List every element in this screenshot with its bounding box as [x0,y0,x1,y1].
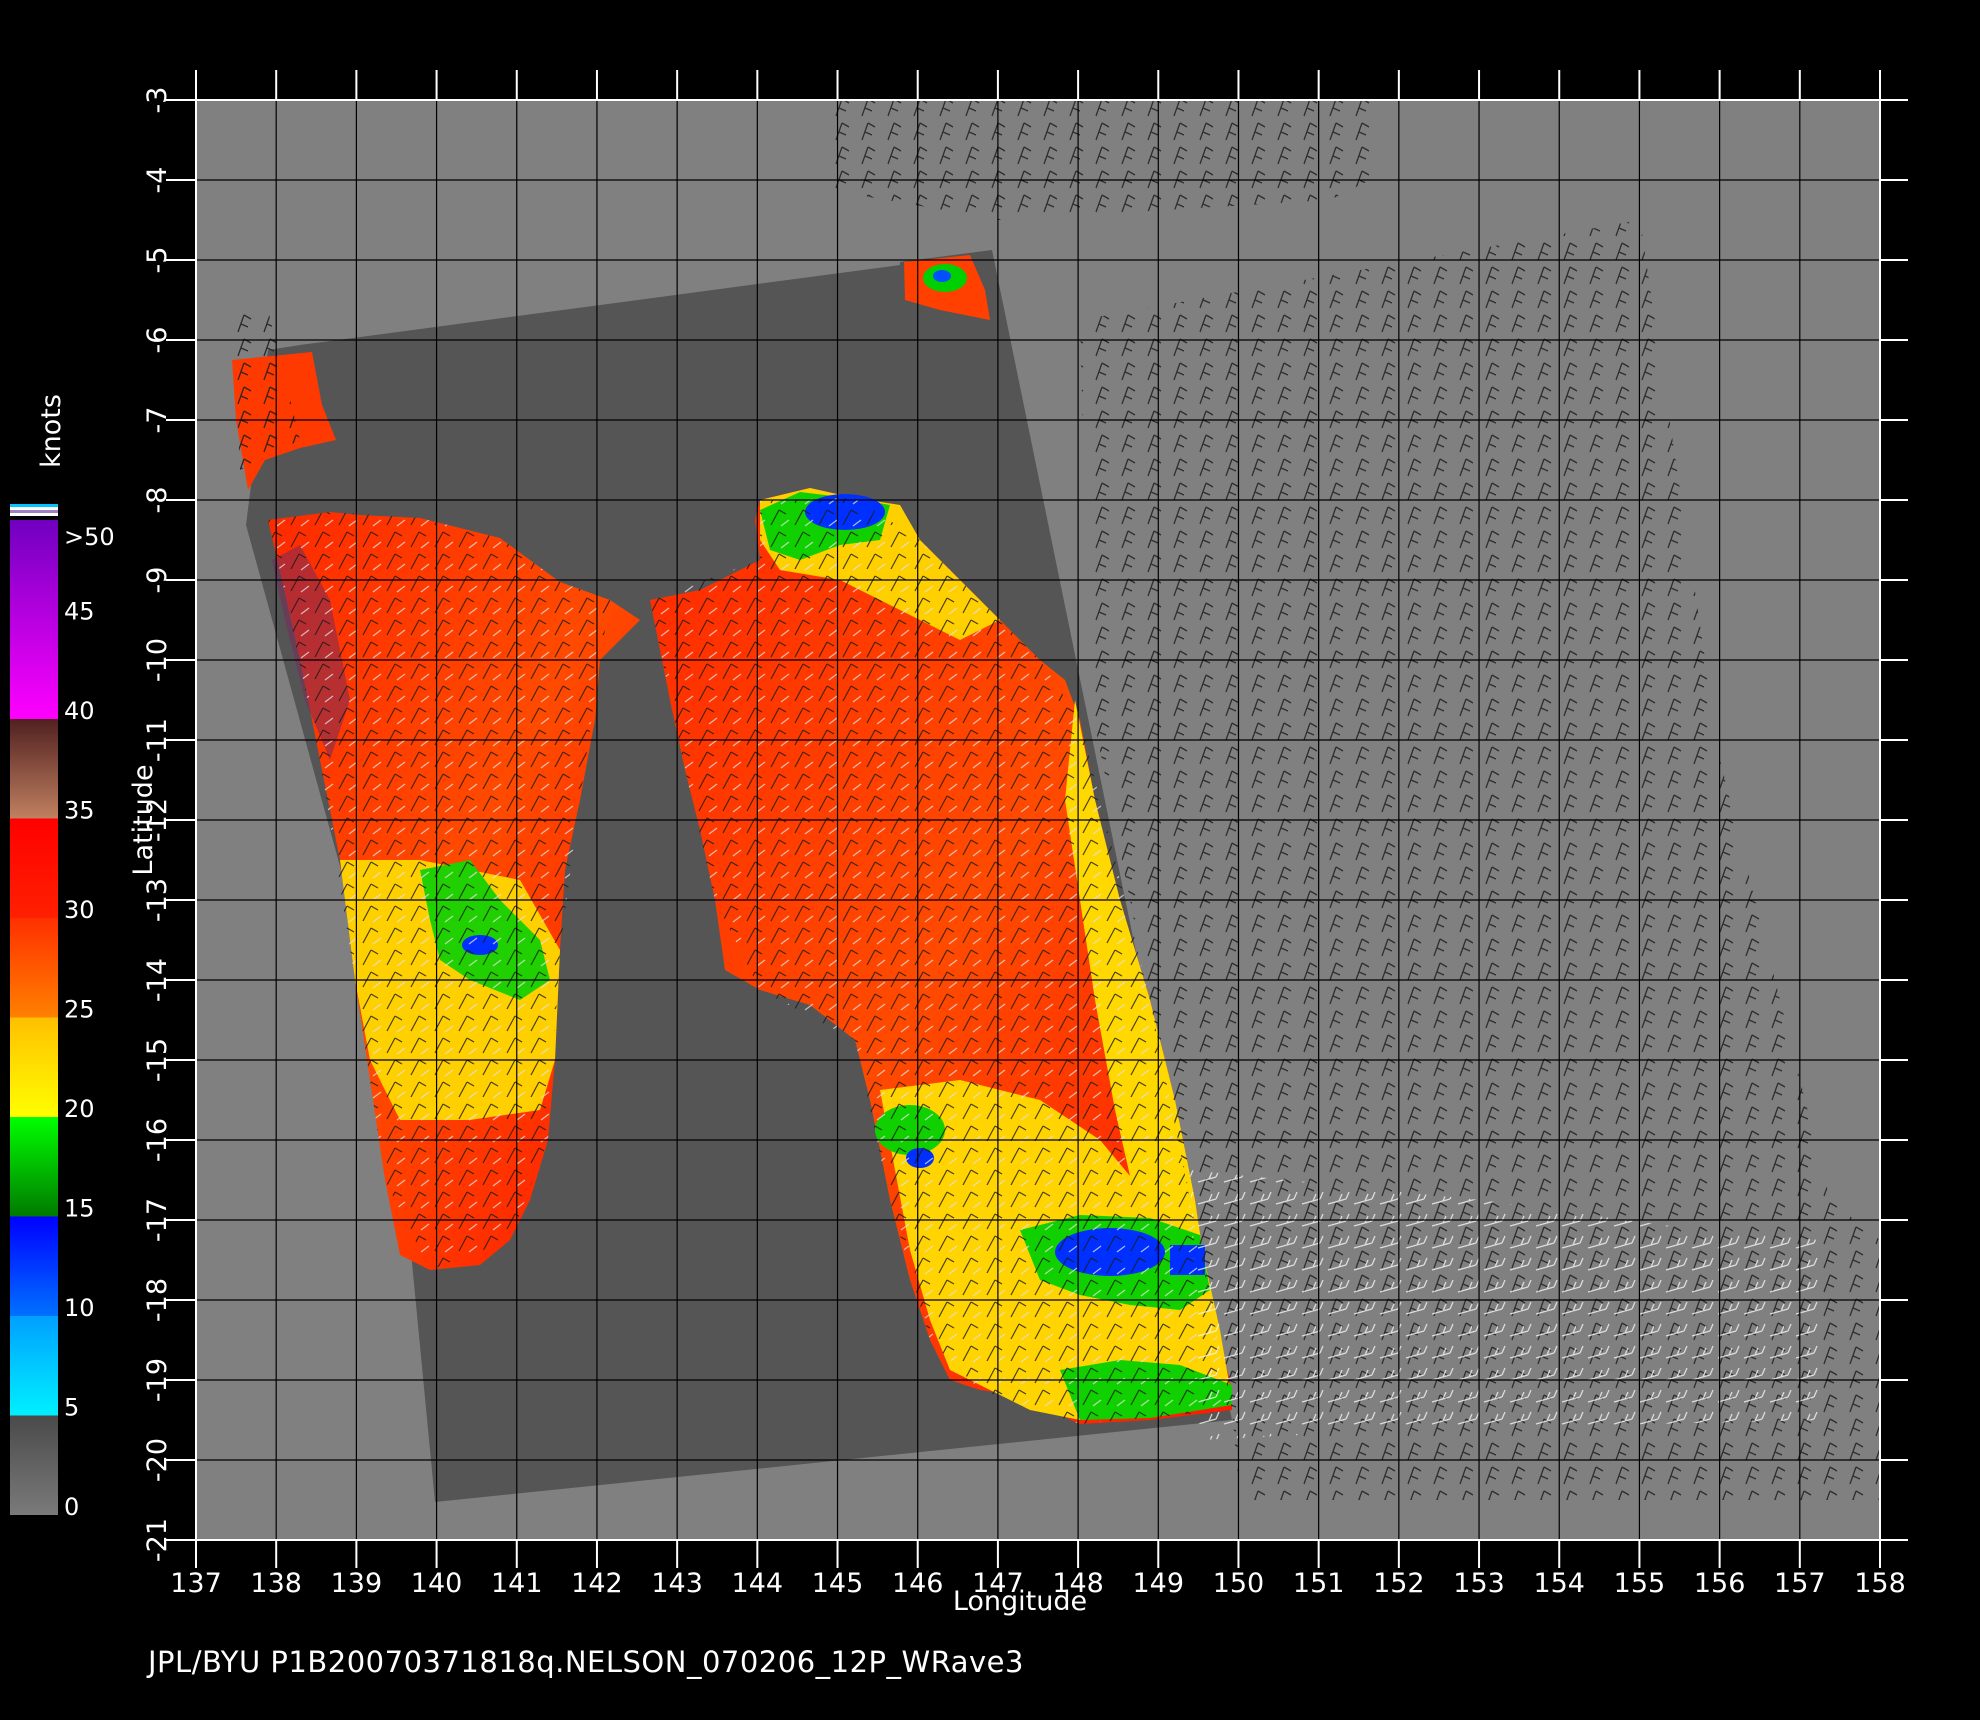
colorbar-band [10,1415,58,1515]
lon-tick-label: 144 [732,1568,784,1599]
colorbar-band [10,918,58,1018]
colorbar-label: >50 [64,523,115,551]
lat-tick-label: -9 [142,567,173,594]
colorbar-label: 5 [64,1394,79,1422]
colorbar-band [10,1216,58,1316]
lat-tick-label: -19 [142,1358,173,1402]
lat-tick-label: -11 [142,718,173,762]
wind-region-north-blue [933,270,951,282]
lon-tick-label: 140 [411,1568,463,1599]
lat-tick-label: -5 [142,247,173,274]
colorbar-band [10,818,58,918]
colorbar-band [10,1017,58,1117]
colorbar-label: 45 [64,598,95,626]
colorbar-band [10,1117,58,1217]
lat-tick-label: -3 [142,87,173,114]
lon-tick-label: 151 [1293,1568,1345,1599]
lat-tick-label: -4 [142,167,173,194]
lon-tick-label: 145 [812,1568,864,1599]
data-source-credit: JPL/BYU P1B20070371818q.NELSON_070206_12… [148,1645,1024,1679]
lon-tick-label: 141 [491,1568,543,1599]
wind-barbs-ocean-north [830,100,1370,220]
colorbar-band [10,1316,58,1416]
lat-tick-label: -17 [142,1198,173,1242]
lon-tick-label: 137 [170,1568,222,1599]
lon-tick-label: 139 [331,1568,383,1599]
lon-tick-label: 158 [1854,1568,1906,1599]
lat-tick-label: -7 [142,407,173,434]
lon-tick-label: 142 [571,1568,623,1599]
y-axis-title: Latitude [128,764,159,875]
lon-tick-label: 154 [1533,1568,1585,1599]
colorbar-title: knots [36,394,67,468]
colorbar-label: 35 [64,797,95,825]
colorbar-label: 25 [64,996,95,1024]
colorbar-band [10,520,58,719]
colorbar-band [10,719,58,819]
lon-tick-label: 143 [651,1568,703,1599]
colorbar-label: 10 [64,1294,95,1322]
colorbar-label: 0 [64,1493,79,1521]
lon-tick-label: 157 [1774,1568,1826,1599]
lon-tick-label: 138 [250,1568,302,1599]
colorbar-overflow-stripe [10,504,58,507]
colorbar-label: 30 [64,896,95,924]
colorbar: >50 45 40 35 30 25 20 15 10 5 0 [10,504,115,1521]
colorbar-overflow-stripe [10,510,58,513]
lat-tick-label: -8 [142,487,173,514]
colorbar-overflow-stripe [10,507,58,510]
lat-tick-label: -16 [142,1118,173,1162]
wind-speed-map-figure: 137 138 139 140 141 142 143 144 145 146 147 148 149 1… [10,70,1908,1617]
colorbar-label: 15 [64,1195,95,1223]
lat-tick-label: -13 [142,878,173,922]
lon-tick-label: 156 [1694,1568,1746,1599]
lat-tick-label: -18 [142,1278,173,1322]
lon-tick-label: 150 [1213,1568,1265,1599]
lat-tick-label: -14 [142,958,173,1002]
lon-tick-label: 149 [1133,1568,1185,1599]
lat-tick-label: -20 [142,1438,173,1482]
lat-tick-label: -6 [142,327,173,354]
lat-tick-label: -10 [142,638,173,682]
lat-tick-label: -15 [142,1038,173,1082]
lon-tick-label: 152 [1373,1568,1425,1599]
lat-tick-label: -21 [142,1518,173,1562]
lon-tick-label: 146 [892,1568,944,1599]
lon-tick-label: 153 [1453,1568,1505,1599]
colorbar-label: 20 [64,1095,95,1123]
lon-tick-label: 155 [1614,1568,1666,1599]
colorbar-label: 40 [64,697,95,725]
x-axis-title: Longitude [953,1586,1087,1617]
colorbar-overflow-stripe [10,513,58,516]
